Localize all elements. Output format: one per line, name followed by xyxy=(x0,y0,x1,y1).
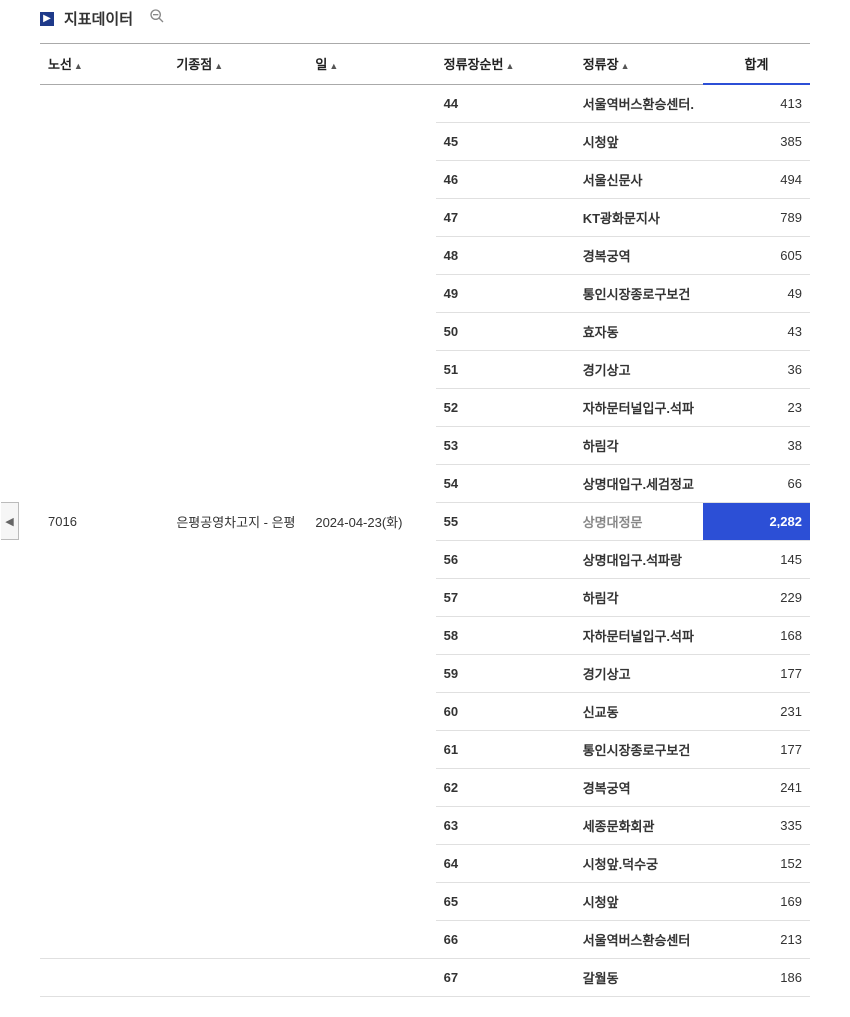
cell-total: 169 xyxy=(703,882,810,920)
cell-seq: 50 xyxy=(436,312,575,350)
cell-seq: 62 xyxy=(436,768,575,806)
cell-stop: 서울신문사 xyxy=(575,160,703,198)
zoom-out-icon[interactable] xyxy=(149,8,165,29)
cell-seq: 55 xyxy=(436,502,575,540)
cell-stop: KT광화문지사 xyxy=(575,198,703,236)
cell-total: 231 xyxy=(703,692,810,730)
cell-seq: 61 xyxy=(436,730,575,768)
cell-seq: 53 xyxy=(436,426,575,464)
cell-seq: 67 xyxy=(436,958,575,996)
cell-seq: 59 xyxy=(436,654,575,692)
cell-stop: 서울역버스환승센터. xyxy=(575,84,703,122)
cell-total: 494 xyxy=(703,160,810,198)
cell-total: 789 xyxy=(703,198,810,236)
cell-terminal: 은평공영차고지 - 은평 xyxy=(168,84,307,958)
cell-total: 152 xyxy=(703,844,810,882)
cell-seq: 54 xyxy=(436,464,575,502)
cell-stop: 자하문터널입구.석파 xyxy=(575,388,703,426)
cell-total: 177 xyxy=(703,654,810,692)
col-header-route[interactable]: 노선▲ xyxy=(40,44,168,85)
cell-total: 186 xyxy=(703,958,810,996)
cell-total: 385 xyxy=(703,122,810,160)
col-header-date[interactable]: 일▲ xyxy=(307,44,435,85)
sort-asc-icon: ▲ xyxy=(329,61,338,71)
cell-terminal xyxy=(168,958,307,996)
col-header-seq[interactable]: 정류장순번▲ xyxy=(436,44,575,85)
cell-seq: 48 xyxy=(436,236,575,274)
cell-total: 213 xyxy=(703,920,810,958)
section-header: ▶ 지표데이터 xyxy=(40,8,810,29)
col-header-terminal[interactable]: 기종점▲ xyxy=(168,44,307,85)
cell-stop: 서울역버스환승센터 xyxy=(575,920,703,958)
cell-seq: 45 xyxy=(436,122,575,160)
cell-total: 605 xyxy=(703,236,810,274)
cell-stop: 경복궁역 xyxy=(575,768,703,806)
cell-stop: 자하문터널입구.석파 xyxy=(575,616,703,654)
cell-seq: 60 xyxy=(436,692,575,730)
sort-asc-icon: ▲ xyxy=(621,61,630,71)
cell-total: 413 xyxy=(703,84,810,122)
cell-seq: 63 xyxy=(436,806,575,844)
cell-seq: 56 xyxy=(436,540,575,578)
cell-stop: 통인시장종로구보건 xyxy=(575,730,703,768)
cell-total: 38 xyxy=(703,426,810,464)
cell-total: 168 xyxy=(703,616,810,654)
cell-total: 335 xyxy=(703,806,810,844)
cell-total: 66 xyxy=(703,464,810,502)
cell-route: 7016 xyxy=(40,84,168,958)
sort-asc-icon: ▲ xyxy=(214,61,223,71)
cell-total: 23 xyxy=(703,388,810,426)
cell-total: 49 xyxy=(703,274,810,312)
section-arrow-icon: ▶ xyxy=(40,12,54,26)
sort-asc-icon: ▲ xyxy=(74,61,83,71)
cell-stop: 시청앞 xyxy=(575,882,703,920)
cell-seq: 51 xyxy=(436,350,575,388)
cell-stop: 경복궁역 xyxy=(575,236,703,274)
cell-stop: 시청앞.덕수궁 xyxy=(575,844,703,882)
data-table: 노선▲ 기종점▲ 일▲ 정류장순번▲ 정류장▲ 합계 7016은평공영차고지 -… xyxy=(40,43,810,997)
table-row[interactable]: 7016은평공영차고지 - 은평2024-04-23(화)44서울역버스환승센터… xyxy=(40,84,810,122)
cell-seq: 47 xyxy=(436,198,575,236)
cell-seq: 49 xyxy=(436,274,575,312)
cell-total: 43 xyxy=(703,312,810,350)
cell-stop: 효자동 xyxy=(575,312,703,350)
cell-stop: 상명대입구.석파랑 xyxy=(575,540,703,578)
cell-seq: 65 xyxy=(436,882,575,920)
cell-total: 177 xyxy=(703,730,810,768)
cell-seq: 64 xyxy=(436,844,575,882)
col-header-stop[interactable]: 정류장▲ xyxy=(575,44,703,85)
cell-seq: 66 xyxy=(436,920,575,958)
section-title: 지표데이터 xyxy=(64,8,133,29)
cell-stop: 경기상고 xyxy=(575,350,703,388)
cell-stop: 세종문화회관 xyxy=(575,806,703,844)
cell-stop: 하림각 xyxy=(575,578,703,616)
cell-stop: 시청앞 xyxy=(575,122,703,160)
cell-seq: 57 xyxy=(436,578,575,616)
cell-stop: 갈월동 xyxy=(575,958,703,996)
sort-asc-icon: ▲ xyxy=(505,61,514,71)
cell-stop: 상명대입구.세검정교 xyxy=(575,464,703,502)
cell-seq: 58 xyxy=(436,616,575,654)
cell-stop: 신교동 xyxy=(575,692,703,730)
cell-stop: 상명대정문 xyxy=(575,502,703,540)
col-header-total[interactable]: 합계 xyxy=(703,44,810,85)
cell-seq: 52 xyxy=(436,388,575,426)
cell-total: 229 xyxy=(703,578,810,616)
cell-stop: 하림각 xyxy=(575,426,703,464)
cell-total: 241 xyxy=(703,768,810,806)
cell-stop: 통인시장종로구보건 xyxy=(575,274,703,312)
cell-total: 145 xyxy=(703,540,810,578)
table-header-row: 노선▲ 기종점▲ 일▲ 정류장순번▲ 정류장▲ 합계 xyxy=(40,44,810,85)
cell-seq: 44 xyxy=(436,84,575,122)
table-row[interactable]: 67갈월동186 xyxy=(40,958,810,996)
cell-total: 36 xyxy=(703,350,810,388)
cell-total: 2,282 xyxy=(703,502,810,540)
cell-date: 2024-04-23(화) xyxy=(307,84,435,958)
cell-route xyxy=(40,958,168,996)
cell-seq: 46 xyxy=(436,160,575,198)
cell-date xyxy=(307,958,435,996)
cell-stop: 경기상고 xyxy=(575,654,703,692)
